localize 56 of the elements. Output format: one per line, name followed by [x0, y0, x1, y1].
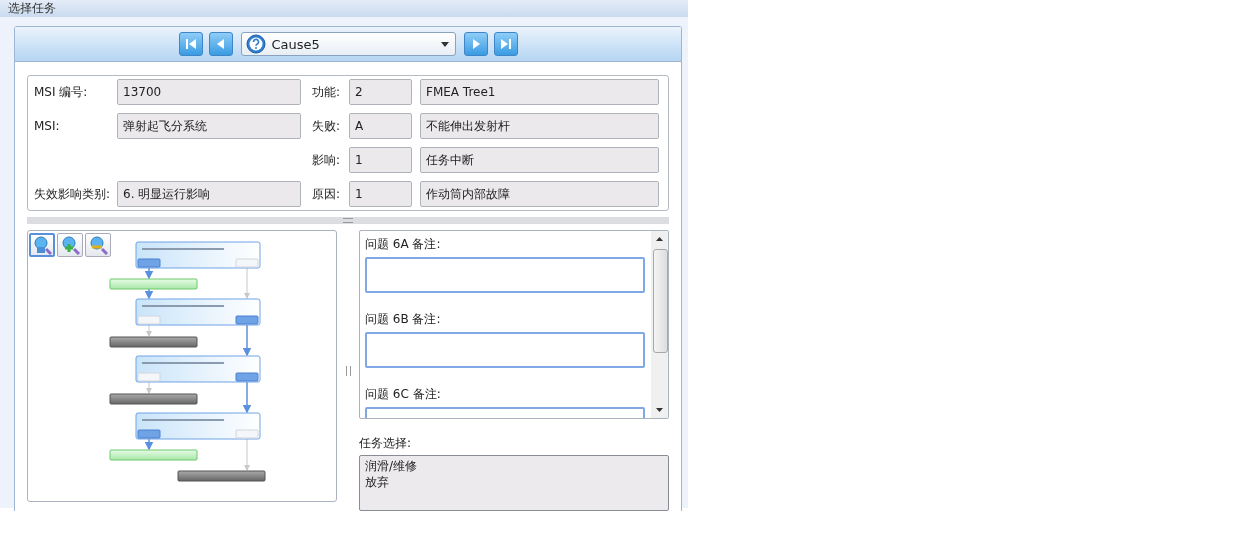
field-value: 1: [349, 181, 412, 207]
connector: [146, 324, 152, 337]
note-label: 问题 6B 备注:: [365, 311, 442, 328]
field-label: 影响:: [311, 151, 342, 169]
dropdown-value: Cause5: [271, 36, 321, 52]
field-value: 不能伸出发射杆: [420, 113, 659, 139]
scroll-thumb[interactable]: [653, 249, 668, 353]
skip-back-icon: [183, 37, 198, 51]
note-label: 问题 6C 备注:: [365, 386, 442, 403]
task-choice-item[interactable]: 润滑/维修: [365, 458, 418, 474]
field-label: 失败:: [311, 117, 342, 135]
field-value: 任务中断: [420, 147, 659, 173]
connector: [144, 267, 154, 280]
note-field[interactable]: [365, 332, 645, 368]
connector: [144, 438, 154, 451]
field-label: 原因:: [311, 185, 342, 203]
scroll-up-icon[interactable]: [656, 237, 663, 241]
note-field[interactable]: [365, 257, 645, 293]
scroll-down-icon[interactable]: [656, 408, 663, 412]
zoom-in-button[interactable]: [57, 233, 83, 257]
last-button[interactable]: [493, 32, 518, 56]
cause-dropdown[interactable]: Cause5: [240, 32, 456, 56]
field-value: 弹射起飞分系统: [117, 113, 301, 139]
field-label: 功能:: [311, 83, 342, 101]
previous-button[interactable]: [208, 32, 233, 56]
zoom-out-icon: [88, 235, 108, 255]
field-value: 2: [349, 79, 412, 105]
first-button[interactable]: [178, 32, 203, 56]
field-value: A: [349, 113, 412, 139]
caret-icon: [440, 41, 449, 47]
skip-forward-icon: [498, 37, 513, 51]
note-label: 问题 6A 备注:: [365, 236, 442, 253]
field-label: MSI:: [34, 119, 61, 133]
task-choice-item[interactable]: 放弃: [365, 474, 389, 490]
field-label: MSI 编号:: [34, 83, 89, 101]
connector: [144, 288, 154, 300]
fit-view-button[interactable]: [29, 233, 55, 257]
field-value: 13700: [117, 79, 301, 105]
connector: [242, 324, 252, 357]
connector: [146, 381, 152, 394]
connector: [244, 438, 250, 471]
scrollbar[interactable]: [651, 231, 668, 418]
help-icon: [245, 34, 266, 54]
connector: [244, 267, 250, 299]
field-value: 1: [349, 147, 412, 173]
next-button[interactable]: [463, 32, 488, 56]
zoom-in-icon: [60, 235, 80, 255]
task-choice-label: 任务选择:: [359, 435, 413, 452]
field-value: FMEA Tree1: [420, 79, 659, 105]
field-label: 失效影响类别:: [34, 185, 112, 203]
field-value: 6. 明显运行影响: [117, 181, 301, 207]
connector: [242, 381, 252, 414]
magnifier-icon: [32, 235, 52, 255]
field-value: 作动筒内部故障: [420, 181, 659, 207]
window-title: 选择任务: [8, 0, 56, 17]
zoom-out-button[interactable]: [85, 233, 111, 257]
